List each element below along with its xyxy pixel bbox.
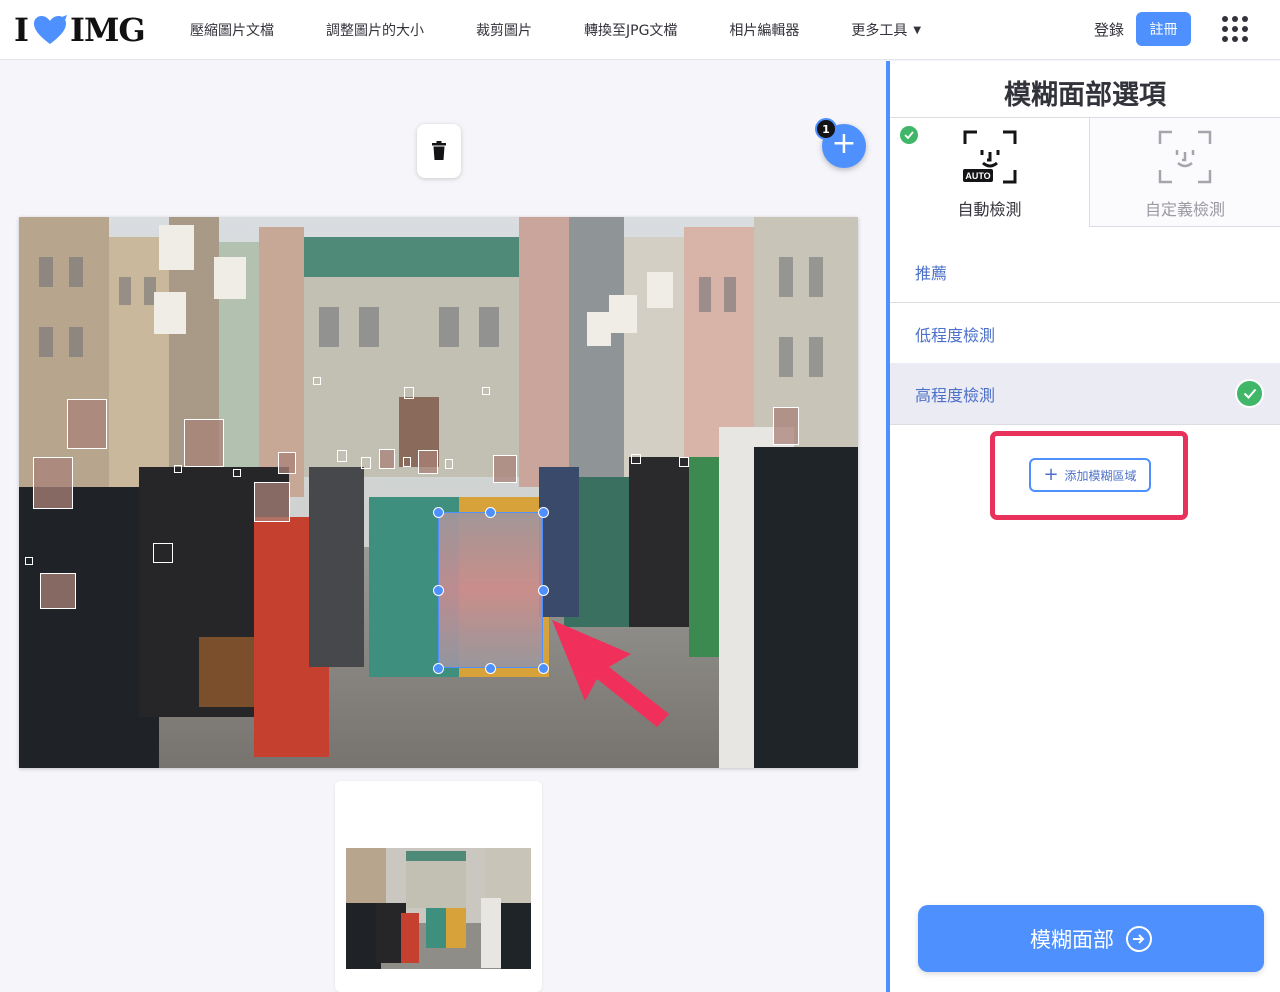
mode-auto-detect[interactable]: AUTO 自動檢測: [890, 117, 1089, 227]
arrow-right-icon: [1126, 925, 1152, 952]
login-link[interactable]: 登錄: [1094, 19, 1124, 40]
mode-label: 自定義檢測: [1144, 200, 1225, 219]
face-blur-region[interactable]: [153, 543, 173, 563]
image-thumbnail: [346, 848, 531, 969]
nav-label: 壓縮圖片文檔: [190, 23, 274, 39]
face-blur-region[interactable]: [40, 573, 76, 609]
face-blur-region[interactable]: [278, 452, 296, 474]
resize-handle[interactable]: [433, 663, 444, 674]
add-blur-area-button[interactable]: + 添加模糊區域: [1029, 458, 1151, 492]
option-high-detection[interactable]: 高程度檢測: [890, 363, 1280, 425]
face-blur-region[interactable]: [679, 457, 689, 467]
options-sidebar: 模糊面部選項 AUTO 自動檢測 自定義檢測 推薦 低程度檢測 高程度檢測 + …: [890, 61, 1280, 992]
face-blur-region[interactable]: [379, 449, 395, 469]
nav-label: 轉換至JPG文檔: [584, 23, 678, 39]
sidebar-title: 模糊面部選項: [1004, 80, 1166, 111]
blur-faces-button[interactable]: 模糊面部: [918, 905, 1264, 972]
face-blur-region[interactable]: [33, 457, 73, 509]
check-icon: [900, 126, 918, 144]
trash-icon: [432, 141, 446, 160]
image-thumbnail-card[interactable]: [335, 781, 542, 992]
nav-photo-editor[interactable]: 相片編輯器: [729, 20, 799, 40]
face-blur-region[interactable]: [25, 557, 33, 565]
face-blur-region[interactable]: [493, 455, 517, 483]
nav-label: 相片編輯器: [729, 23, 800, 39]
logo[interactable]: I IMG: [14, 10, 146, 50]
heart-icon: [33, 15, 67, 44]
street-photo: [19, 217, 858, 768]
option-label: 推薦: [915, 263, 948, 283]
face-blur-region[interactable]: [773, 407, 799, 445]
face-blur-region[interactable]: [403, 457, 411, 467]
nav-label: 調整圖片的大小: [326, 23, 424, 39]
face-blur-region[interactable]: [337, 450, 347, 462]
nav-more-tools[interactable]: 更多工具 ▼: [851, 20, 921, 40]
option-label: 高程度檢測: [915, 385, 996, 405]
face-blur-region[interactable]: [254, 482, 290, 522]
resize-handle[interactable]: [538, 663, 549, 674]
resize-handle[interactable]: [485, 663, 496, 674]
auto-badge: AUTO: [965, 171, 990, 181]
face-blur-region[interactable]: [631, 454, 641, 464]
nav-label: 裁剪圖片: [476, 23, 532, 39]
blur-button-label: 模糊面部: [1030, 927, 1114, 952]
photo-canvas[interactable]: [19, 217, 858, 768]
nav-resize-image[interactable]: 調整圖片的大小: [326, 20, 424, 40]
nav-crop-image[interactable]: 裁剪圖片: [476, 20, 532, 40]
nav-label: 更多工具: [851, 23, 908, 39]
face-blur-region[interactable]: [67, 399, 107, 449]
mode-label: 自動檢測: [957, 200, 1022, 219]
delete-button[interactable]: [417, 124, 461, 178]
logo-letter: I: [14, 11, 29, 49]
resize-handle[interactable]: [485, 507, 496, 518]
face-blur-region[interactable]: [174, 465, 182, 473]
nav-convert-jpg[interactable]: 轉換至JPG文檔: [584, 20, 677, 40]
resize-handle[interactable]: [538, 585, 549, 596]
face-blur-region[interactable]: [445, 459, 453, 469]
face-blur-region[interactable]: [184, 419, 224, 467]
add-blur-label: 添加模糊區域: [1064, 468, 1137, 483]
custom-face-detect-icon: [1158, 130, 1212, 184]
nav-compress-image[interactable]: 壓縮圖片文檔: [190, 20, 274, 40]
apps-grid-icon[interactable]: [1222, 16, 1248, 42]
face-blur-region[interactable]: [404, 387, 414, 399]
selected-blur-region[interactable]: [433, 507, 549, 674]
face-blur-region[interactable]: [313, 377, 321, 385]
face-blur-region[interactable]: [482, 387, 490, 395]
resize-handle[interactable]: [538, 507, 549, 518]
option-label: 低程度檢測: [915, 325, 996, 345]
check-icon: [1235, 379, 1264, 408]
logo-text: IMG: [69, 11, 146, 49]
plus-icon: +: [1043, 464, 1059, 485]
auto-face-detect-icon: AUTO: [962, 130, 1016, 184]
face-blur-region[interactable]: [418, 450, 438, 474]
main-nav: 壓縮圖片文檔 調整圖片的大小 裁剪圖片 轉換至JPG文檔 相片編輯器 更多工具 ▼: [190, 0, 973, 60]
mode-custom-detect[interactable]: 自定義檢測: [1089, 117, 1280, 227]
top-header: I IMG 壓縮圖片文檔 調整圖片的大小 裁剪圖片 轉換至JPG文檔 相片編輯器…: [0, 0, 1280, 60]
signup-button[interactable]: 註冊: [1136, 12, 1191, 46]
resize-handle[interactable]: [433, 507, 444, 518]
image-count-badge: 1: [815, 118, 837, 140]
face-blur-region[interactable]: [361, 457, 371, 469]
option-recommended[interactable]: 推薦: [890, 241, 1280, 303]
workspace: + 1: [0, 61, 886, 992]
option-low-detection[interactable]: 低程度檢測: [890, 303, 1280, 365]
caret-down-icon: ▼: [913, 24, 922, 36]
face-blur-region[interactable]: [233, 469, 241, 477]
resize-handle[interactable]: [433, 585, 444, 596]
